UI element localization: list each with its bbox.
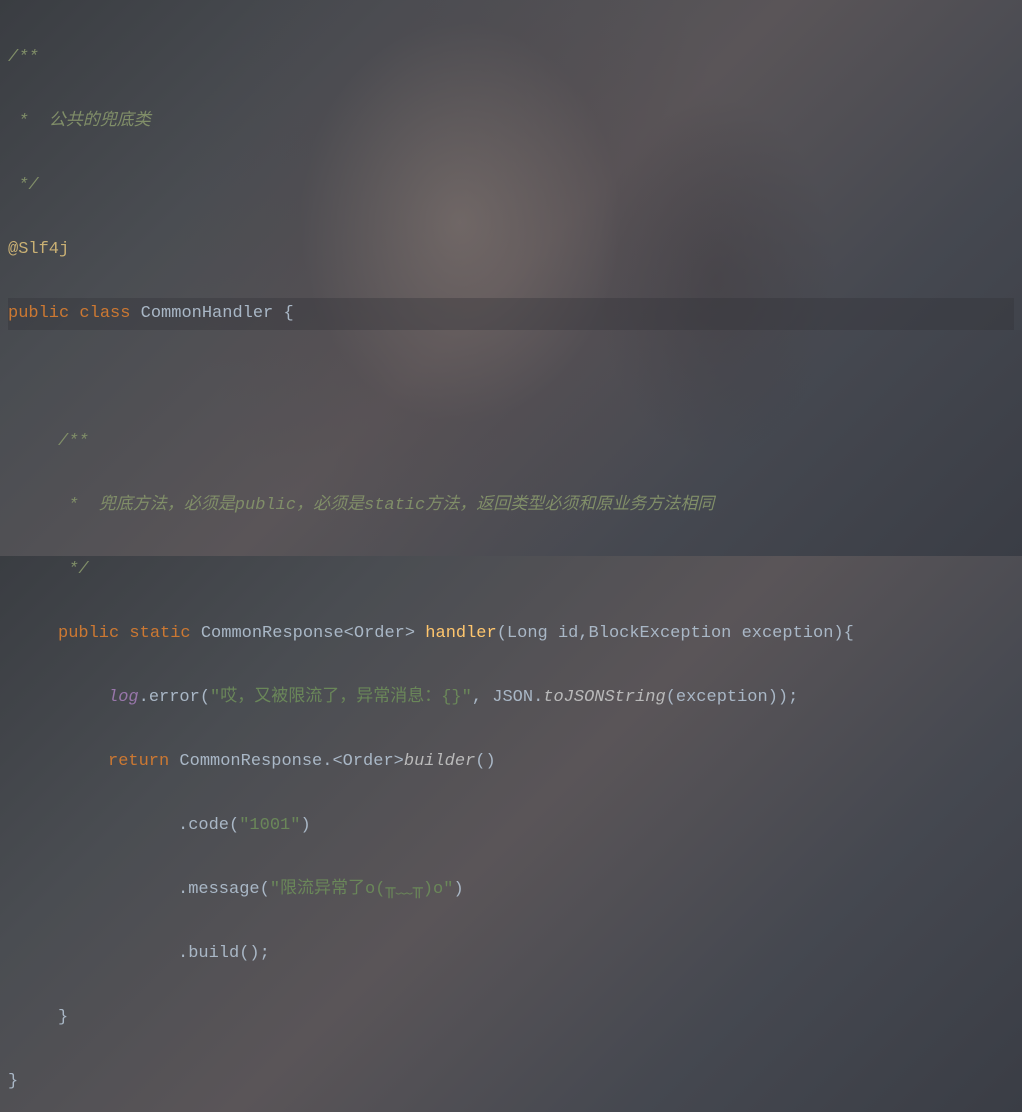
parens: ()	[239, 944, 259, 963]
log-message: "哎，又被限流了，异常消息：{}"	[210, 688, 472, 707]
keyword-public: public	[58, 624, 119, 643]
generic-open: <	[332, 752, 342, 771]
paren-open: (	[666, 688, 676, 707]
paren-close: )	[300, 816, 310, 835]
paren-open: (	[200, 688, 210, 707]
comment-body: * 公共的兜底类	[8, 112, 151, 131]
paren-close: )	[778, 688, 788, 707]
comment-line: /**	[8, 42, 1014, 74]
param-type: BlockException	[589, 624, 732, 643]
error-method: error	[149, 688, 200, 707]
keyword-static: static	[129, 624, 190, 643]
comment-open: /**	[8, 48, 39, 67]
builder-method: builder	[404, 752, 475, 771]
comment-close: */	[58, 560, 89, 579]
chain-build-line: .build();	[8, 938, 1014, 970]
paren-close: )	[453, 880, 463, 899]
paren-close: )	[833, 624, 843, 643]
comment-line: */	[8, 170, 1014, 202]
code-value: "1001"	[239, 816, 300, 835]
parens: ()	[475, 752, 495, 771]
json-class: JSON	[492, 688, 533, 707]
comment-line: */	[8, 554, 1014, 586]
dot: .	[178, 944, 188, 963]
comma: ,	[472, 688, 482, 707]
build-method: build	[188, 944, 239, 963]
generic-open: <	[344, 624, 354, 643]
method-name: handler	[425, 624, 496, 643]
code-editor[interactable]: /** * 公共的兜底类 */ @Slf4j public class Comm…	[0, 0, 1022, 1112]
param-type: Long	[507, 624, 548, 643]
return-type-outer: CommonResponse	[201, 624, 344, 643]
comment-body: * 兜底方法，必须是public，必须是static方法，返回类型必须和原业务方…	[58, 496, 714, 515]
generic-close: >	[405, 624, 415, 643]
generic-close: >	[394, 752, 404, 771]
log-var: log	[108, 688, 139, 707]
dot: .	[322, 752, 332, 771]
dot: .	[178, 880, 188, 899]
exception-arg: exception	[676, 688, 768, 707]
comment-line: * 兜底方法，必须是public，必须是static方法，返回类型必须和原业务方…	[8, 490, 1014, 522]
semicolon: ;	[260, 944, 270, 963]
blank-line	[8, 362, 1014, 394]
chain-code-line: .code("1001")	[8, 810, 1014, 842]
dot: .	[533, 688, 543, 707]
paren-open: (	[497, 624, 507, 643]
brace-close: }	[8, 1072, 18, 1091]
paren-close: )	[768, 688, 778, 707]
log-line: log.error("哎，又被限流了，异常消息：{}", JSON.toJSON…	[8, 682, 1014, 714]
message-value: "限流异常了o(╥﹏╥)o"	[270, 880, 454, 899]
param-name: exception	[742, 624, 834, 643]
return-type-inner: Order	[354, 624, 405, 643]
method-close-line: }	[8, 1002, 1014, 1034]
param-name: id	[558, 624, 578, 643]
comment-close: */	[8, 176, 39, 195]
keyword-return: return	[108, 752, 169, 771]
keyword-public: public	[8, 304, 69, 323]
comment-open: /**	[58, 432, 89, 451]
class-ref: CommonResponse	[179, 752, 322, 771]
comma: ,	[578, 624, 588, 643]
method-declaration-line: public static CommonResponse<Order> hand…	[8, 618, 1014, 650]
paren-open: (	[229, 816, 239, 835]
code-method: code	[188, 816, 229, 835]
brace-close: }	[58, 1008, 68, 1027]
comment-line: /**	[8, 426, 1014, 458]
brace-open: {	[844, 624, 854, 643]
class-name: CommonHandler	[141, 304, 274, 323]
return-line: return CommonResponse.<Order>builder()	[8, 746, 1014, 778]
message-method: message	[188, 880, 259, 899]
class-close-line: }	[8, 1066, 1014, 1098]
to-json-method: toJSONString	[543, 688, 665, 707]
semicolon: ;	[788, 688, 798, 707]
generic-type: Order	[343, 752, 394, 771]
keyword-class: class	[79, 304, 130, 323]
annotation-line: @Slf4j	[8, 234, 1014, 266]
comment-line: * 公共的兜底类	[8, 106, 1014, 138]
brace-open: {	[283, 304, 293, 323]
slf4j-annotation: @Slf4j	[8, 240, 69, 259]
chain-message-line: .message("限流异常了o(╥﹏╥)o")	[8, 874, 1014, 906]
paren-open: (	[260, 880, 270, 899]
dot: .	[178, 816, 188, 835]
class-declaration-line: public class CommonHandler {	[8, 298, 1014, 330]
dot: .	[139, 688, 149, 707]
